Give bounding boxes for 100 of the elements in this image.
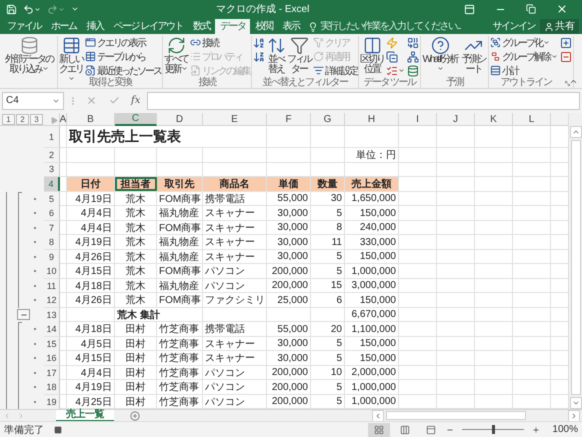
column-header[interactable]: A	[60, 113, 67, 126]
save-button[interactable]	[6, 4, 17, 14]
column-header[interactable]: F	[267, 113, 311, 126]
name-box[interactable]: C4	[2, 92, 64, 110]
zoom-in-button[interactable]	[532, 426, 540, 434]
row-header[interactable]: 8	[44, 235, 60, 249]
row-header[interactable]: 1	[44, 126, 60, 147]
restore-button[interactable]	[526, 4, 536, 14]
table-cell: 10	[311, 366, 345, 380]
ribbon-button[interactable]: What-If 分析	[422, 36, 458, 75]
ribbon-small-button[interactable]: グループ化	[490, 36, 558, 49]
row-header[interactable]: 7	[44, 220, 60, 234]
ribbon-button[interactable]: すべて更新	[164, 36, 188, 75]
ribbon-options-button[interactable]	[464, 4, 475, 14]
ribbon-icon-button[interactable]	[560, 36, 572, 49]
table-cell: 8	[311, 220, 345, 234]
row-header[interactable]: 9	[44, 250, 60, 264]
collapse-ribbon-button[interactable]	[569, 77, 578, 86]
table-cell: 竹芝商事	[157, 336, 203, 350]
ribbon-button[interactable]: 並べ替え	[267, 36, 285, 75]
outline-level-button[interactable]: 3	[30, 114, 43, 124]
ribbon-tab[interactable]: ホーム	[46, 19, 82, 34]
collapse-button[interactable]	[17, 309, 30, 320]
outline-level-button[interactable]: 2	[16, 114, 29, 124]
ribbon-icon-button[interactable]	[253, 36, 265, 49]
ribbon-icon-button[interactable]	[407, 36, 419, 49]
ribbon-tab[interactable]: 挿入	[82, 19, 108, 34]
row-header[interactable]: 13	[44, 308, 60, 322]
row-header[interactable]: 18	[44, 380, 60, 394]
table-cell: 30,000	[267, 220, 311, 234]
ribbon-button[interactable]: 外部データの取り込み	[2, 36, 56, 75]
table-cell: 1,100,000	[345, 322, 399, 336]
zoom-slider-thumb[interactable]	[492, 425, 496, 434]
ribbon-small-button[interactable]: 小計	[490, 64, 558, 77]
scrollbar-thumb[interactable]	[386, 411, 526, 420]
column-header[interactable]: H	[345, 113, 399, 126]
row-header[interactable]: 11	[44, 278, 60, 292]
view-button[interactable]	[368, 422, 390, 436]
ribbon-small-button[interactable]: 最近使ったソース	[85, 64, 161, 77]
ribbon-tab[interactable]: ファイル	[2, 19, 46, 34]
ribbon-button[interactable]: 予測シート	[460, 36, 487, 75]
table-cell: ファクシミリ	[203, 293, 267, 307]
ribbon-small-button[interactable]: 詳細設定	[313, 64, 357, 77]
scrollbar-thumb[interactable]	[570, 140, 580, 395]
row-header[interactable]: 5	[44, 192, 60, 206]
column-header[interactable]: L	[513, 113, 551, 126]
ribbon-button[interactable]: 区切り位置	[360, 36, 384, 75]
row-header[interactable]: 15	[44, 336, 60, 350]
row-header[interactable]: 10	[44, 264, 60, 278]
ribbon-icon-button[interactable]	[560, 50, 572, 63]
row-header[interactable]: 6	[44, 206, 60, 220]
ribbon-small-button[interactable]: クエリの表示	[85, 36, 161, 49]
ribbon-icon-button[interactable]	[253, 50, 265, 63]
sort-ascending-icon	[253, 36, 265, 48]
ribbon-small-button[interactable]: 接続	[190, 36, 250, 49]
ribbon-button[interactable]: フィルター	[287, 36, 311, 75]
row-header[interactable]: 19	[44, 394, 60, 408]
column-header[interactable]: E	[203, 113, 267, 126]
column-header[interactable]: B	[67, 113, 115, 126]
ribbon-tab[interactable]: ページ レイアウト	[108, 19, 188, 34]
dialog-launcher-icon[interactable]	[564, 80, 571, 87]
ribbon-tab[interactable]: 表示	[277, 19, 304, 34]
check-icon[interactable]	[109, 95, 120, 106]
redo-button[interactable]	[47, 4, 65, 14]
row-header[interactable]: 16	[44, 351, 60, 365]
close-button[interactable]	[556, 3, 568, 15]
ribbon-icon-button[interactable]	[407, 50, 419, 63]
ribbon-icon-button[interactable]	[407, 64, 419, 77]
column-header[interactable]: C	[115, 113, 157, 126]
customize-button[interactable]	[71, 5, 79, 13]
row-header[interactable]: 12	[44, 293, 60, 307]
row-header[interactable]: 14	[44, 322, 60, 336]
save-icon	[6, 4, 17, 14]
window-title: マクロの作成 - Excel	[216, 2, 310, 16]
table-cell: 200,000	[267, 264, 311, 278]
macro-record-icon[interactable]	[54, 426, 62, 434]
ribbon-icon-button[interactable]	[386, 64, 405, 77]
row-header[interactable]: 2	[44, 148, 60, 162]
ribbon-small-button[interactable]: テーブルから	[85, 50, 161, 63]
formula-input[interactable]	[147, 92, 580, 110]
ribbon-button[interactable]: 新しいクエリ	[59, 36, 83, 85]
row-header[interactable]: 4	[44, 177, 60, 191]
column-header[interactable]: K	[475, 113, 513, 126]
column-header[interactable]: D	[157, 113, 203, 126]
insert-function-button[interactable]: fx	[128, 95, 144, 106]
sign-in-link[interactable]: サインイン	[490, 20, 537, 33]
table-cell: 5	[311, 380, 345, 394]
outline-level-button[interactable]: 1	[2, 114, 15, 124]
row-header[interactable]: 3	[44, 162, 60, 176]
column-header[interactable]: J	[437, 113, 475, 126]
row-header[interactable]: 17	[44, 366, 60, 380]
ribbon-tab[interactable]: 校閲	[250, 19, 278, 34]
undo-button[interactable]	[23, 4, 41, 14]
column-header[interactable]: G	[311, 113, 345, 126]
sheet-tab[interactable]: 売上一覧	[56, 410, 114, 422]
ribbon-tab[interactable]: 数式	[188, 19, 215, 34]
column-header[interactable]: I	[399, 113, 437, 126]
share-button[interactable]: 共有	[540, 19, 579, 34]
ribbon-small-button[interactable]: グループ解除	[490, 50, 558, 63]
ribbon-tab[interactable]: データ	[214, 19, 250, 34]
